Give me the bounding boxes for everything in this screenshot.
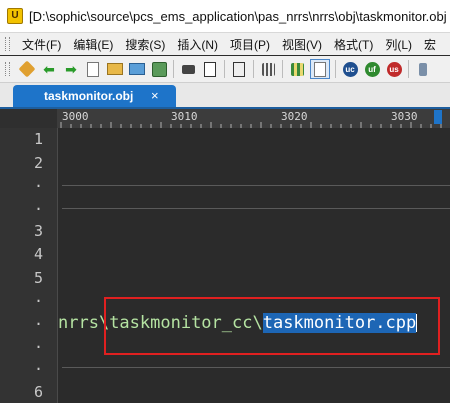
path-segment-nrrs: nrrs\ — [58, 313, 110, 333]
tab-label: taskmonitor.obj — [44, 89, 134, 103]
line-divider — [62, 185, 450, 186]
line-divider — [62, 367, 450, 368]
toolbar-separator — [173, 60, 174, 78]
toolbar-separator — [335, 60, 336, 78]
word-wrap-icon[interactable] — [310, 59, 330, 79]
line-number: 1 — [33, 130, 43, 148]
highlight-annotation-box — [104, 297, 440, 355]
editor-window: U [D:\sophic\source\pcs_ems_application\… — [0, 0, 450, 403]
line-number: 3 — [33, 222, 43, 240]
line-number-gutter: 1 2 · · 3 4 5 · · · · 6 — [0, 128, 58, 403]
scissors-icon[interactable] — [414, 60, 432, 78]
uf-icon[interactable]: uf — [363, 60, 381, 78]
spellcheck-icon[interactable] — [230, 60, 248, 78]
line-number: 5 — [33, 269, 43, 287]
line-number: · — [33, 200, 43, 218]
tab-bar: taskmonitor.obj × — [0, 83, 450, 109]
menu-project[interactable]: 项目(P) — [224, 36, 276, 53]
us-icon[interactable]: us — [385, 60, 403, 78]
line-number: · — [33, 292, 43, 310]
toolbar-separator — [282, 60, 283, 78]
print-preview-icon[interactable] — [201, 60, 219, 78]
ruler-label-3020: 3020 — [281, 110, 308, 123]
menubar-grip-icon[interactable] — [5, 37, 10, 51]
line-number: · — [33, 338, 43, 356]
uc-icon[interactable]: uc — [341, 60, 359, 78]
ruler-gutter — [0, 109, 57, 128]
open-project-icon[interactable] — [128, 60, 146, 78]
ruler-label-3030: 3030 — [391, 110, 418, 123]
menu-view[interactable]: 视图(V) — [276, 36, 328, 53]
toolbar-separator — [224, 60, 225, 78]
print-icon[interactable] — [179, 60, 197, 78]
line-number: 4 — [33, 245, 43, 263]
menu-insert[interactable]: 插入(N) — [171, 36, 224, 53]
app-logo-icon: U — [7, 8, 23, 24]
save-icon[interactable] — [150, 60, 168, 78]
menu-column[interactable]: 列(L) — [379, 36, 418, 53]
menu-bar: 文件(F) 编辑(E) 搜索(S) 插入(N) 项目(P) 视图(V) 格式(T… — [0, 33, 450, 55]
editor-area[interactable]: 1 2 · · 3 4 5 · · · · 6 nrrs\taskmonitor… — [0, 128, 450, 403]
tab-taskmonitor-obj[interactable]: taskmonitor.obj × — [13, 85, 176, 107]
menu-search[interactable]: 搜索(S) — [119, 36, 171, 53]
close-icon[interactable]: × — [151, 88, 159, 103]
pencil-icon[interactable] — [18, 60, 36, 78]
toolbar-separator — [253, 60, 254, 78]
window-title: [D:\sophic\source\pcs_ems_application\pa… — [29, 8, 447, 24]
line-number: 6 — [33, 383, 43, 401]
ruler-column-marker — [434, 110, 442, 124]
toolbar: ⬅ ➡ uc uf us — [0, 56, 450, 83]
toolbar-separator — [408, 60, 409, 78]
new-file-icon[interactable] — [84, 60, 102, 78]
forward-arrow-icon[interactable]: ➡ — [62, 60, 80, 78]
menu-edit[interactable]: 编辑(E) — [67, 36, 119, 53]
line-number: · — [33, 360, 43, 378]
open-folder-icon[interactable] — [106, 60, 124, 78]
menu-macro[interactable]: 宏 — [418, 36, 442, 53]
line-number: 2 — [33, 154, 43, 172]
toolbar-grip-icon[interactable] — [5, 62, 10, 76]
ruler-label-3000: 3000 — [62, 110, 89, 123]
title-bar[interactable]: U [D:\sophic\source\pcs_ems_application\… — [0, 0, 450, 33]
line-number: · — [33, 177, 43, 195]
column-ruler: 3000 3010 3020 3030 — [0, 109, 450, 128]
line-number: · — [33, 315, 43, 333]
menu-format[interactable]: 格式(T) — [328, 36, 379, 53]
menu-file[interactable]: 文件(F) — [16, 36, 67, 53]
ruler-label-3010: 3010 — [171, 110, 198, 123]
line-divider — [62, 208, 450, 209]
back-arrow-icon[interactable]: ⬅ — [40, 60, 58, 78]
cut-icon[interactable] — [259, 60, 277, 78]
columns-icon[interactable] — [288, 60, 306, 78]
